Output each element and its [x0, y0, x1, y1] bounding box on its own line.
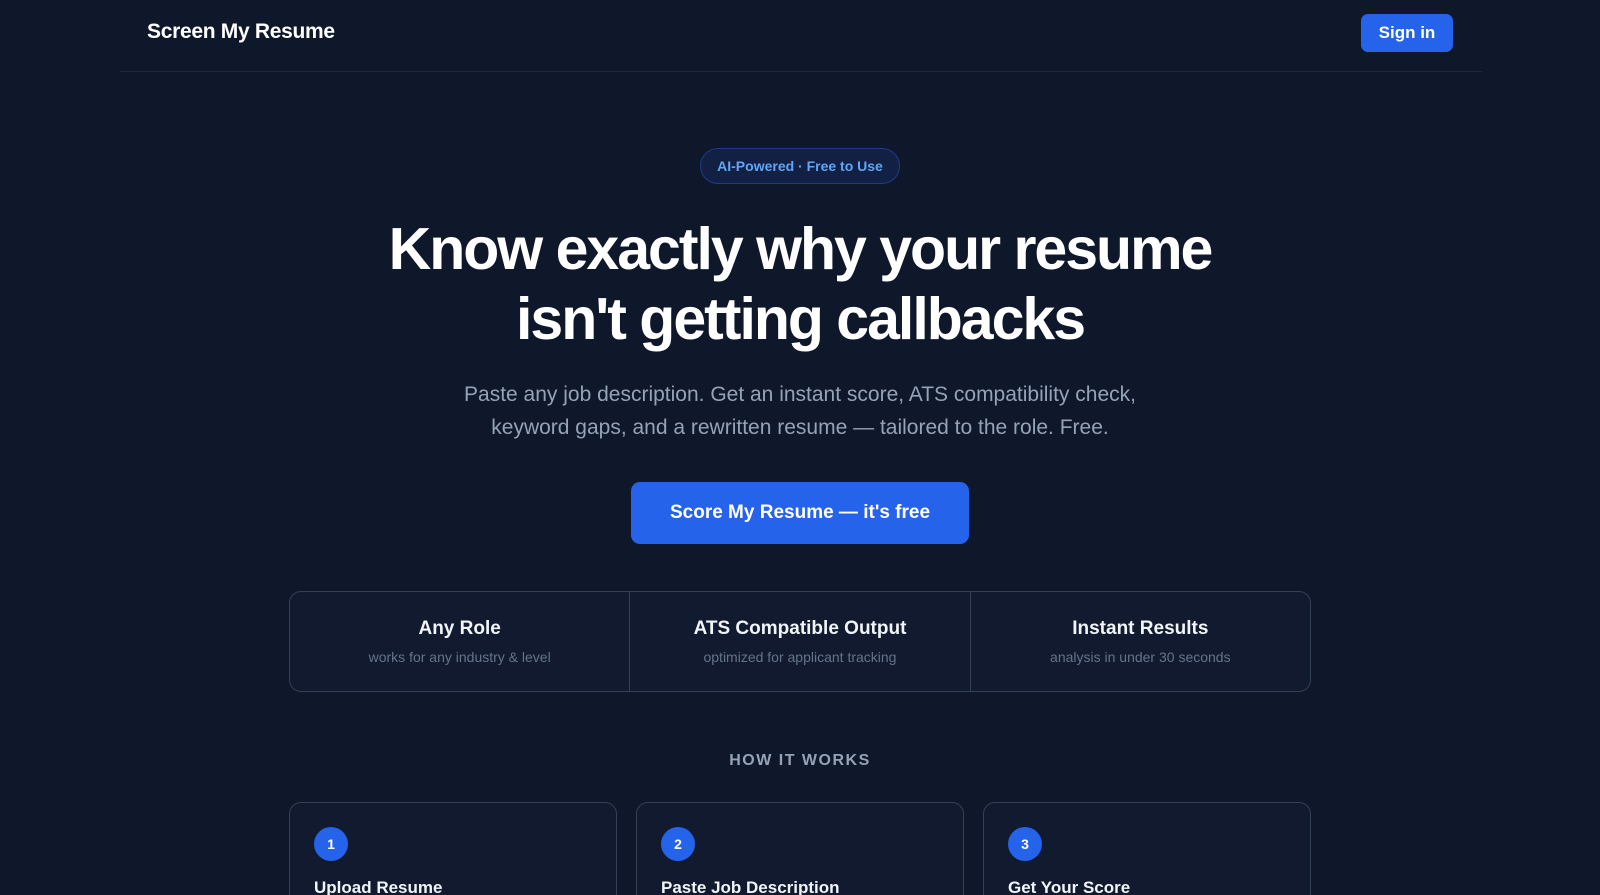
- step-card-get-your-score: 3 Get Your Score: [983, 802, 1311, 895]
- step-number-badge: 1: [314, 827, 348, 861]
- hero-subtitle-line-1: Paste any job description. Get an instan…: [464, 383, 1136, 406]
- step-card-upload-resume: 1 Upload Resume: [289, 802, 617, 895]
- step-number-badge: 2: [661, 827, 695, 861]
- step-title: Paste Job Description: [661, 878, 840, 895]
- feature-subtitle: optimized for applicant tracking: [703, 649, 897, 665]
- ai-powered-badge: AI-Powered · Free to Use: [700, 148, 900, 184]
- score-my-resume-button[interactable]: Score My Resume — it's free: [631, 482, 969, 544]
- feature-title: Instant Results: [1072, 618, 1209, 639]
- feature-title: ATS Compatible Output: [693, 618, 907, 639]
- feature-title: Any Role: [418, 618, 501, 639]
- feature-ats-compatible: ATS Compatible Output optimized for appl…: [629, 592, 969, 691]
- hero-subtitle: Paste any job description. Get an instan…: [400, 378, 1200, 444]
- brand-logo-text[interactable]: Screen My Resume: [147, 20, 335, 44]
- feature-subtitle: analysis in under 30 seconds: [1050, 649, 1231, 665]
- how-it-works-heading: HOW IT WORKS: [729, 752, 871, 769]
- top-nav: Screen My Resume Sign in: [120, 0, 1482, 72]
- landing-page: Screen My Resume Sign in AI-Powered · Fr…: [0, 0, 1600, 895]
- feature-subtitle: works for any industry & level: [368, 649, 551, 665]
- hero-title-line-1: Know exactly why your resume: [388, 216, 1214, 282]
- sign-in-button[interactable]: Sign in: [1361, 14, 1453, 52]
- step-card-paste-job-description: 2 Paste Job Description: [636, 802, 964, 895]
- feature-any-role: Any Role works for any industry & level: [290, 592, 629, 691]
- hero-title: Know exactly why your resume isn't getti…: [300, 214, 1300, 354]
- hero-title-line-2: isn't getting callbacks: [515, 286, 1086, 352]
- feature-instant-results: Instant Results analysis in under 30 sec…: [969, 592, 1310, 691]
- hero-subtitle-line-2: keyword gaps, and a rewritten resume — t…: [491, 416, 1109, 439]
- step-number-badge: 3: [1008, 827, 1042, 861]
- step-title: Upload Resume: [314, 878, 443, 895]
- step-title: Get Your Score: [1008, 878, 1131, 895]
- feature-strip: Any Role works for any industry & level …: [289, 591, 1311, 692]
